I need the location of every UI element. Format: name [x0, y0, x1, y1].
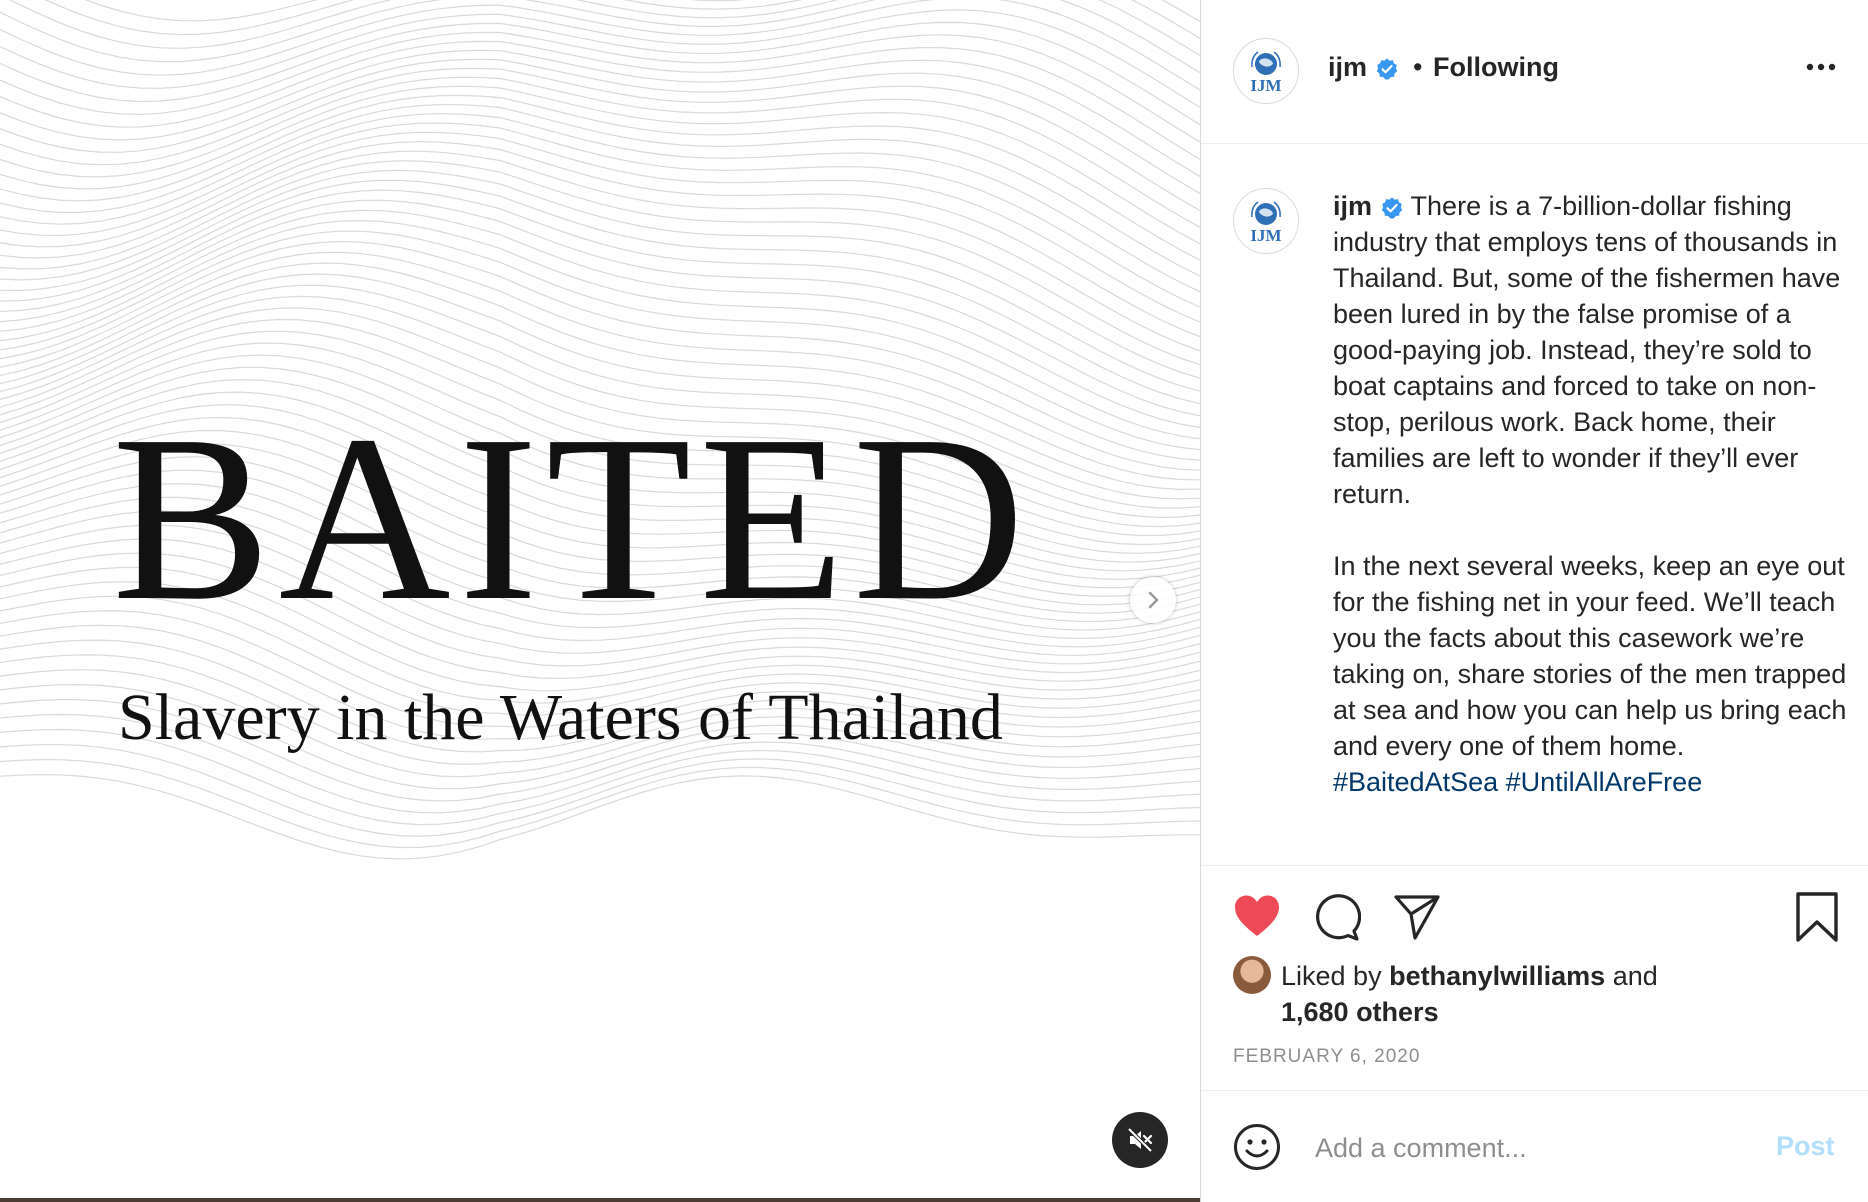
comment-icon[interactable]: [1313, 894, 1361, 942]
post-media[interactable]: BAITED Slavery in the Waters of Thailand: [0, 0, 1200, 1202]
header-username[interactable]: ijm: [1328, 52, 1399, 83]
hashtag-link[interactable]: #BaitedAtSea: [1333, 767, 1498, 797]
wave-line: [0, 58, 1200, 195]
media-title: BAITED: [112, 387, 1033, 650]
header-username-text: ijm: [1328, 52, 1368, 82]
wave-line: [0, 21, 1200, 126]
wave-line: [0, 758, 1200, 849]
liked-conjunction: and: [1612, 961, 1658, 991]
account-avatar[interactable]: IJM: [1233, 38, 1299, 104]
chevron-right-icon: [1148, 591, 1159, 609]
next-slide-button[interactable]: [1130, 577, 1176, 623]
likes-count[interactable]: 1,680 others: [1281, 997, 1439, 1027]
caption-paragraph-2: In the next several weeks, keep an eye o…: [1333, 548, 1853, 800]
wave-line: [0, 743, 1200, 837]
wave-line: [8, 0, 1200, 57]
wave-line: [0, 76, 1200, 228]
liked-prefix: Liked by: [1281, 961, 1382, 991]
post-header: IJM ijm • Following: [1201, 0, 1868, 144]
caption-paragraph-1: ijm There is a 7-billion-dollar fishing …: [1333, 188, 1853, 512]
verified-badge-icon: [1376, 58, 1397, 80]
globe-logo-icon: [1251, 200, 1281, 225]
mute-toggle-button[interactable]: [1112, 1112, 1168, 1168]
comment-input[interactable]: [1313, 1127, 1757, 1169]
heart-icon[interactable]: [1233, 894, 1281, 938]
post-date[interactable]: FEBRUARY 6, 2020: [1233, 1046, 1420, 1068]
share-icon[interactable]: [1393, 894, 1441, 940]
bookmark-icon[interactable]: [1795, 891, 1839, 943]
post-actions: Liked by bethanylwilliams and 1,680 othe…: [1201, 865, 1868, 1091]
more-options-icon[interactable]: [1805, 62, 1837, 72]
caption-username[interactable]: ijm: [1333, 191, 1372, 221]
media-subtitle: Slavery in the Waters of Thailand: [118, 681, 1003, 754]
verified-badge-icon: [1381, 197, 1402, 219]
caption-text-1: There is a 7-billion-dollar fishing indu…: [1333, 191, 1841, 509]
emoji-icon[interactable]: [1233, 1123, 1281, 1171]
liked-by-text: Liked by bethanylwilliams and 1,680 othe…: [1281, 958, 1801, 1030]
wave-line: [0, 113, 1200, 293]
caption-text-2: In the next several weeks, keep an eye o…: [1333, 551, 1847, 761]
hashtag-link[interactable]: #UntilAllAreFree: [1506, 767, 1703, 797]
avatar-text: IJM: [1250, 225, 1282, 245]
post-viewer: BAITED Slavery in the Waters of Thailand: [0, 0, 1868, 1202]
following-button[interactable]: Following: [1433, 52, 1559, 83]
post-side-panel: IJM ijm • Following IJM ijm There is a 7…: [1201, 0, 1868, 1202]
media-bottom-edge: [0, 1198, 1200, 1202]
globe-logo-icon: [1251, 50, 1281, 75]
caption-avatar[interactable]: IJM: [1233, 188, 1299, 254]
liker-username[interactable]: bethanylwilliams: [1389, 961, 1605, 991]
wave-line: [0, 122, 1200, 308]
post-comment-button[interactable]: Post: [1776, 1131, 1835, 1162]
header-separator: •: [1413, 52, 1423, 82]
comment-bar: Post: [1201, 1090, 1868, 1202]
muted-speaker-icon: [1127, 1127, 1153, 1153]
post-caption: ijm There is a 7-billion-dollar fishing …: [1333, 188, 1853, 800]
avatar-text: IJM: [1250, 75, 1282, 95]
caption-scroll-area[interactable]: IJM ijm There is a 7-billion-dollar fish…: [1201, 144, 1868, 864]
liker-avatar[interactable]: [1233, 956, 1271, 994]
